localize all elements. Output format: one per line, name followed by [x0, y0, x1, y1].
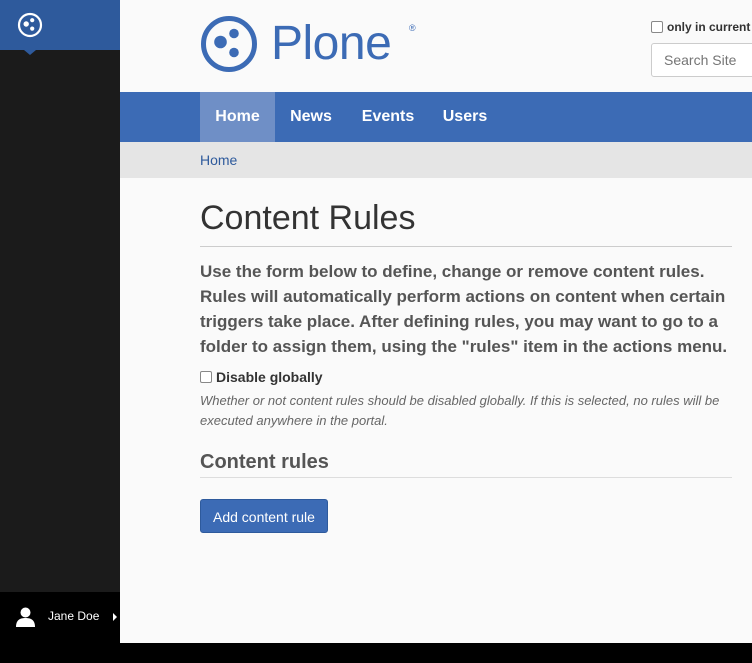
bottom-bar: [0, 643, 752, 663]
main-area: Plone ® only in current s Home News Even…: [120, 0, 752, 643]
toolbar-caret: [24, 50, 36, 55]
search-current-checkbox[interactable]: [651, 21, 663, 33]
toolbar: Jane Doe: [0, 0, 120, 643]
logo-registered-mark: ®: [409, 23, 416, 33]
content-area: Content Rules Use the form below to defi…: [200, 178, 732, 533]
page-description: Use the form below to define, change or …: [200, 262, 728, 356]
user-menu[interactable]: Jane Doe: [0, 592, 120, 643]
title-divider: [200, 246, 732, 247]
disable-globally-help: Whether or not content rules should be d…: [200, 393, 720, 428]
search-current-label: only in current s: [667, 20, 752, 34]
breadcrumb: Home: [120, 142, 752, 178]
add-content-rule-button[interactable]: Add content rule: [200, 499, 328, 533]
toolbar-logo-button[interactable]: [0, 0, 120, 50]
user-name: Jane Doe: [48, 609, 100, 623]
search-input[interactable]: [651, 43, 752, 77]
logo-text: Plone: [271, 17, 392, 70]
chevron-right-icon: [113, 613, 117, 621]
plone-logo-icon: [201, 16, 257, 72]
plone-logo-icon: [17, 12, 43, 38]
breadcrumb-home[interactable]: Home: [200, 152, 237, 168]
section-title: Content rules: [200, 451, 329, 473]
main-navigation: Home News Events Users: [120, 92, 752, 142]
section-divider: [200, 477, 732, 478]
site-header: Plone ® only in current s: [120, 0, 752, 92]
nav-item-users[interactable]: Users: [429, 92, 501, 142]
page-title: Content Rules: [200, 199, 416, 237]
nav-item-events[interactable]: Events: [347, 92, 429, 142]
nav-item-news[interactable]: News: [275, 92, 347, 142]
site-logo[interactable]: Plone ®: [200, 15, 416, 73]
user-icon: [16, 607, 35, 627]
nav-item-home[interactable]: Home: [200, 92, 275, 142]
search-current-folder: only in current s: [651, 20, 752, 34]
disable-globally-field: Disable globally: [200, 369, 732, 385]
disable-globally-label[interactable]: Disable globally: [216, 369, 323, 385]
disable-globally-checkbox[interactable]: [200, 371, 212, 383]
